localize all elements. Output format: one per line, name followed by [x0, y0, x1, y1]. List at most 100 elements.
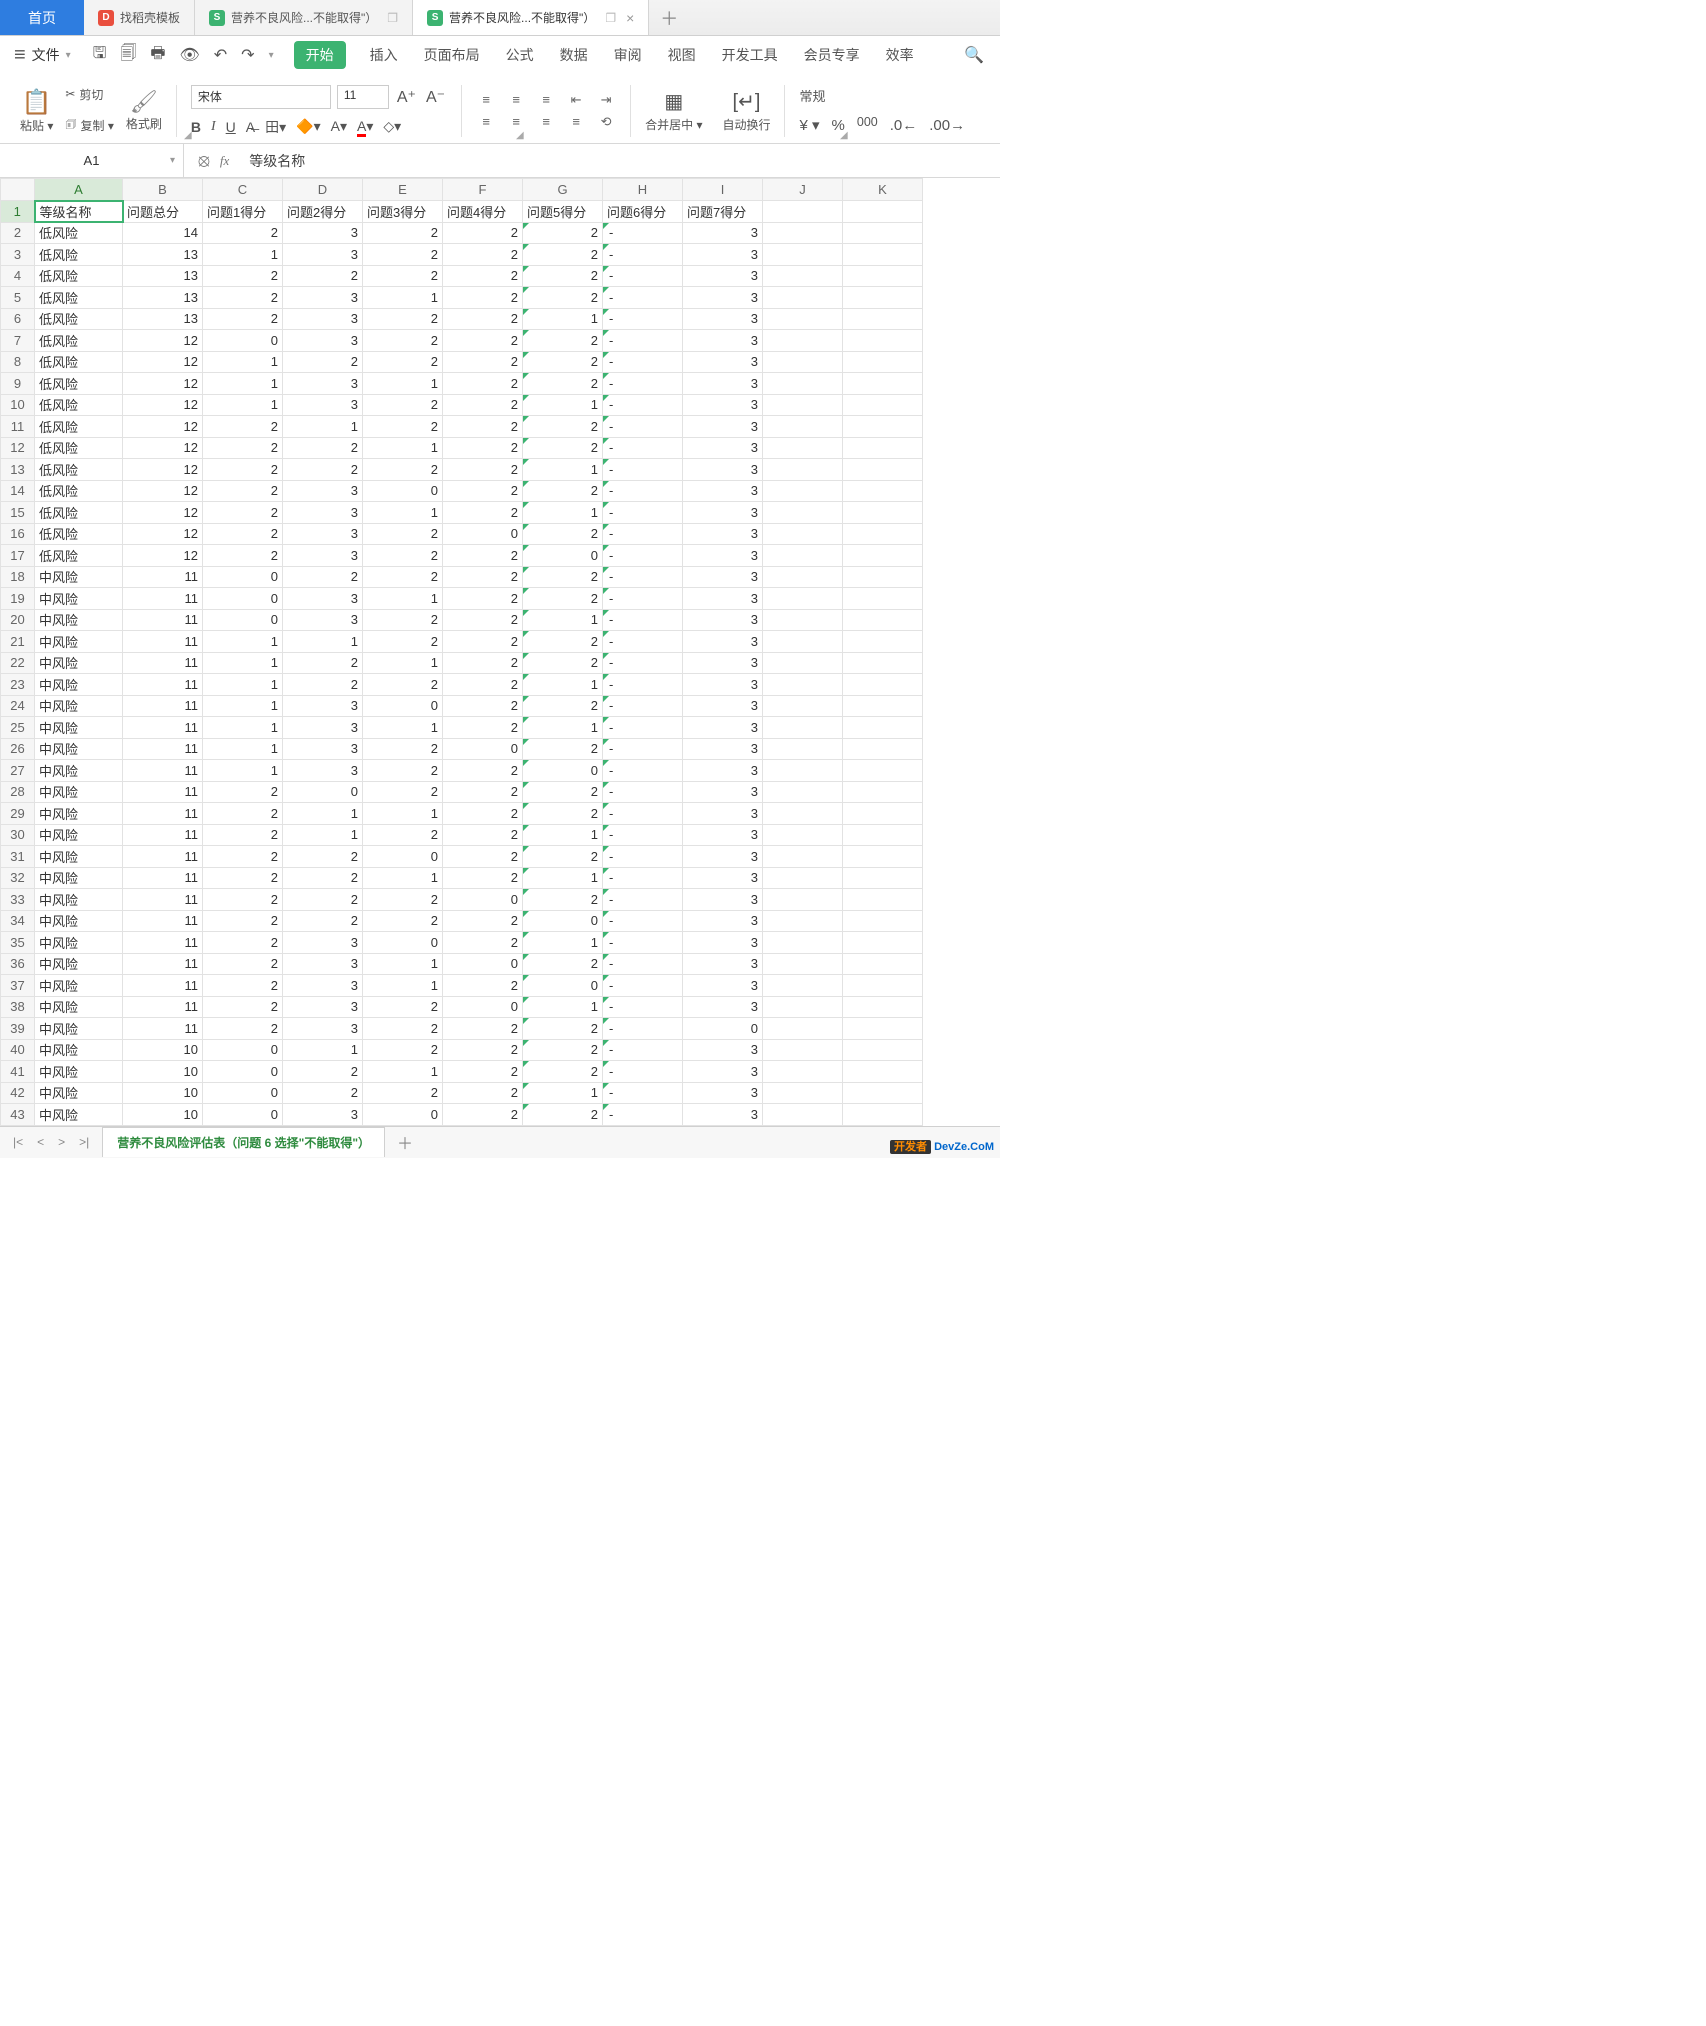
formula-input[interactable]: 等级名称 [243, 151, 311, 171]
cell[interactable]: 2 [283, 1061, 363, 1083]
cell[interactable]: 2 [203, 932, 283, 954]
cell[interactable]: 低风险 [35, 244, 123, 266]
save-as-icon[interactable]: 🗐 [120, 42, 136, 69]
cell[interactable]: - [603, 222, 683, 244]
cell[interactable]: 2 [443, 373, 523, 395]
cancel-edit-icon[interactable]: ⦻ [198, 150, 210, 171]
row-header[interactable]: 3 [1, 244, 35, 266]
cell[interactable]: 2 [203, 803, 283, 825]
row-header[interactable]: 5 [1, 287, 35, 309]
cell[interactable]: 3 [683, 717, 763, 739]
cell[interactable]: 2 [523, 523, 603, 545]
row-header[interactable]: 9 [1, 373, 35, 395]
cell[interactable]: 2 [523, 1039, 603, 1061]
cell[interactable]: 2 [443, 244, 523, 266]
cell[interactable]: 2 [443, 781, 523, 803]
cell[interactable]: 中风险 [35, 781, 123, 803]
row-header[interactable]: 34 [1, 910, 35, 932]
cell[interactable]: 2 [363, 459, 443, 481]
format-painter-button[interactable]: 格式刷 [126, 115, 162, 132]
row-header[interactable]: 11 [1, 416, 35, 438]
cell[interactable]: 低风险 [35, 308, 123, 330]
currency-icon[interactable]: ¥ ▾ [799, 116, 819, 134]
cell[interactable]: 11 [123, 846, 203, 868]
ribbon-tab-insert[interactable]: 插入 [368, 41, 400, 69]
cell[interactable]: 3 [283, 609, 363, 631]
cell[interactable]: 0 [523, 545, 603, 567]
cell[interactable] [843, 1061, 923, 1083]
cell[interactable]: 1 [203, 652, 283, 674]
row-header[interactable]: 35 [1, 932, 35, 954]
cell[interactable] [763, 674, 843, 696]
cell[interactable]: - [603, 760, 683, 782]
cell[interactable] [843, 781, 923, 803]
cell[interactable]: 3 [683, 889, 763, 911]
cell[interactable] [843, 738, 923, 760]
cell[interactable]: - [603, 437, 683, 459]
cell[interactable]: 0 [363, 1104, 443, 1126]
ribbon-tab-dev[interactable]: 开发工具 [720, 41, 780, 69]
cell[interactable]: 11 [123, 652, 203, 674]
print-preview-icon[interactable]: 👁 [179, 45, 199, 65]
cell[interactable] [843, 566, 923, 588]
cell[interactable]: 3 [283, 695, 363, 717]
cell[interactable]: 3 [683, 265, 763, 287]
cell[interactable]: 1 [363, 1061, 443, 1083]
cell[interactable] [763, 201, 843, 223]
number-format-select[interactable]: 常规 [799, 86, 825, 105]
name-box[interactable]: A1 [0, 144, 184, 177]
cell[interactable]: 2 [203, 437, 283, 459]
cell[interactable]: 11 [123, 889, 203, 911]
cell[interactable]: 10 [123, 1104, 203, 1126]
cell[interactable]: 2 [443, 1039, 523, 1061]
cell[interactable]: 1 [363, 652, 443, 674]
cell[interactable] [763, 803, 843, 825]
cell[interactable]: - [603, 244, 683, 266]
cell[interactable]: 12 [123, 523, 203, 545]
cell[interactable]: 3 [683, 523, 763, 545]
cell[interactable]: 3 [283, 330, 363, 352]
cell[interactable]: 1 [523, 867, 603, 889]
cell[interactable]: 3 [283, 717, 363, 739]
row-header[interactable]: 13 [1, 459, 35, 481]
cell[interactable]: - [603, 502, 683, 524]
cell[interactable]: 3 [683, 760, 763, 782]
cell[interactable]: 3 [683, 222, 763, 244]
align-top-icon[interactable]: ≡ [476, 92, 496, 108]
cell[interactable]: 低风险 [35, 394, 123, 416]
cell[interactable]: 低风险 [35, 459, 123, 481]
cell[interactable]: 2 [363, 674, 443, 696]
cell[interactable]: 2 [523, 437, 603, 459]
cell[interactable] [843, 244, 923, 266]
cell[interactable] [763, 545, 843, 567]
decrease-decimal-icon[interactable]: .0← [890, 117, 918, 134]
cell[interactable] [843, 1018, 923, 1040]
cell[interactable] [843, 459, 923, 481]
cell[interactable]: 2 [363, 330, 443, 352]
cell[interactable]: 1 [203, 738, 283, 760]
cell[interactable]: 2 [443, 330, 523, 352]
cell[interactable]: 2 [443, 824, 523, 846]
cell[interactable]: - [603, 695, 683, 717]
cell[interactable]: 0 [363, 695, 443, 717]
cell[interactable]: 2 [203, 1018, 283, 1040]
cell[interactable]: 2 [283, 910, 363, 932]
cell[interactable]: 11 [123, 609, 203, 631]
cell[interactable]: - [603, 674, 683, 696]
cell[interactable]: 12 [123, 351, 203, 373]
cell[interactable] [843, 824, 923, 846]
cell[interactable] [843, 760, 923, 782]
window-duplicate-icon[interactable]: ❐ [387, 11, 398, 25]
cell[interactable]: 3 [683, 545, 763, 567]
cell[interactable]: 2 [443, 631, 523, 653]
merge-button[interactable]: 合并居中 ▾ [645, 116, 702, 133]
ribbon-tab-formula[interactable]: 公式 [504, 41, 536, 69]
cell[interactable]: 2 [203, 781, 283, 803]
tab-home[interactable]: 首页 [0, 0, 84, 35]
increase-font-icon[interactable]: A⁺ [395, 87, 418, 107]
cell[interactable]: 2 [363, 631, 443, 653]
cell[interactable]: - [603, 824, 683, 846]
row-header[interactable]: 7 [1, 330, 35, 352]
cell[interactable]: 中风险 [35, 975, 123, 997]
window-duplicate-icon[interactable]: ❐ [605, 11, 616, 25]
